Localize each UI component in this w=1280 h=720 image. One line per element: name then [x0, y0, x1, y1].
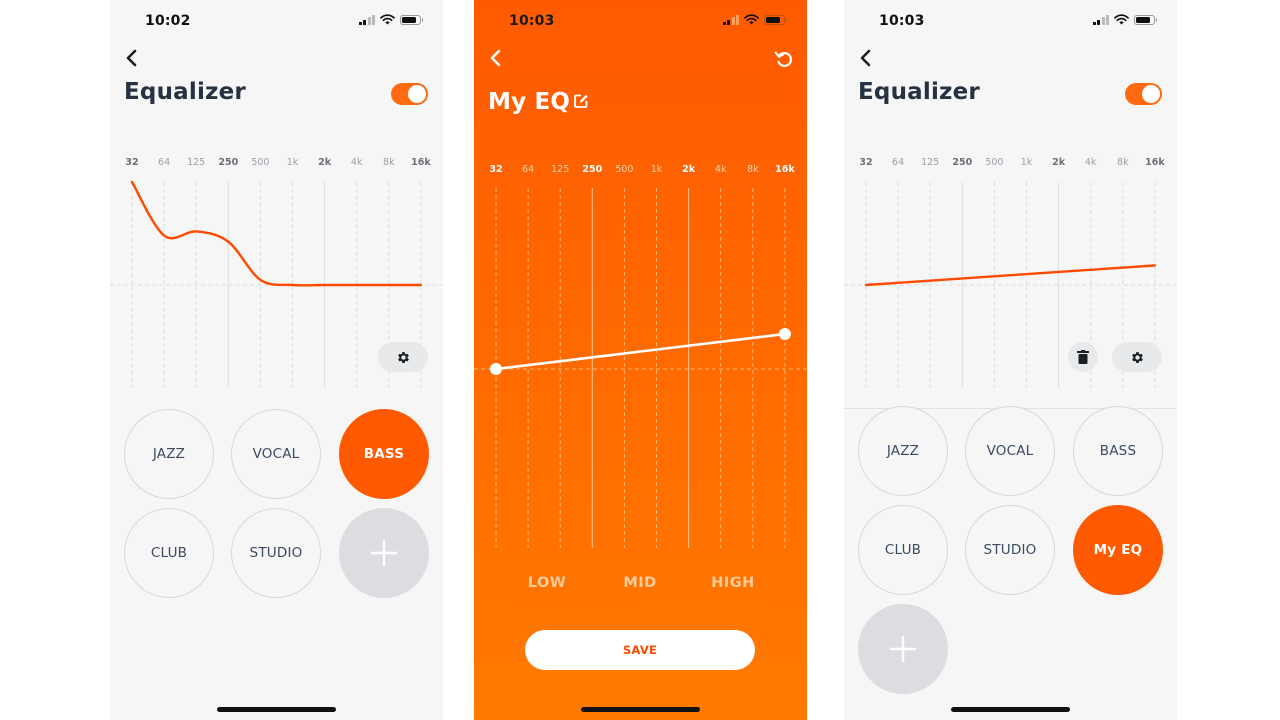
frequency-label: 4k	[714, 164, 727, 175]
page-title: Equalizer	[124, 79, 246, 105]
eq-control-point-handle[interactable]	[778, 328, 791, 340]
frequency-label: 8k	[1117, 157, 1129, 168]
frequency-label: 125	[551, 164, 570, 175]
settings-button[interactable]	[378, 342, 428, 372]
back-chevron-icon[interactable]	[122, 48, 142, 68]
trash-icon	[1077, 350, 1089, 364]
preset-club[interactable]: CLUB	[858, 505, 948, 595]
status-time: 10:03	[879, 13, 925, 29]
add-preset-button[interactable]	[339, 508, 429, 598]
add-preset-button[interactable]	[858, 604, 948, 694]
gear-icon	[1131, 351, 1143, 363]
gear-icon	[397, 351, 409, 363]
page-title: Equalizer	[858, 79, 980, 105]
back-chevron-icon[interactable]	[486, 48, 506, 68]
home-indicator	[951, 707, 1070, 712]
band-label-high: HIGH	[711, 575, 755, 591]
settings-button[interactable]	[1112, 342, 1162, 372]
eq-curve	[130, 180, 423, 287]
frequency-labels: 32 64 125 250 500 1k 2k 4k 8k 16k	[474, 164, 807, 178]
signal-icon	[722, 14, 739, 25]
status-time: 10:02	[145, 13, 191, 29]
back-chevron-icon[interactable]	[856, 48, 876, 68]
preset-studio[interactable]: STUDIO	[231, 508, 321, 598]
frequency-label: 2k	[318, 157, 332, 168]
frequency-label: 500	[615, 164, 634, 175]
preset-jazz[interactable]: JAZZ	[858, 406, 948, 496]
home-indicator	[581, 707, 700, 712]
frequency-label: 32	[859, 157, 873, 168]
frequency-label: 500	[985, 157, 1004, 168]
status-time: 10:03	[509, 13, 555, 29]
signal-icon	[358, 14, 375, 25]
preset-club[interactable]: CLUB	[124, 508, 214, 598]
toggle-knob	[1142, 85, 1160, 103]
frequency-label: 125	[187, 157, 206, 168]
eq-control-point-handle[interactable]	[490, 363, 502, 375]
status-icons	[358, 14, 423, 25]
frequency-label: 1k	[286, 157, 299, 168]
wifi-icon	[380, 14, 395, 25]
eq-curve	[494, 332, 787, 371]
frequency-label: 8k	[383, 157, 395, 168]
eq-curve	[864, 264, 1157, 287]
frequency-label: 64	[892, 157, 905, 168]
toggle-knob	[408, 85, 426, 103]
frequency-label: 32	[125, 157, 139, 168]
frequency-label: 4k	[350, 157, 363, 168]
battery-icon	[764, 14, 787, 25]
preset-vocal[interactable]: VOCAL	[965, 406, 1055, 496]
edit-name-icon[interactable]	[573, 93, 589, 109]
frequency-label: 2k	[682, 164, 696, 175]
frequency-label: 8k	[747, 164, 759, 175]
equalizer-toggle[interactable]	[1125, 83, 1162, 105]
delete-preset-button[interactable]	[1068, 342, 1098, 372]
wifi-icon	[744, 14, 759, 25]
preset-bass[interactable]: BASS	[1073, 406, 1163, 496]
frequency-label: 250	[218, 157, 239, 168]
equalizer-screen-my-eq: 10:03 Equalizer 32 64 125 250 500 1k 2k 4k 8k 16k…	[844, 0, 1177, 720]
frequency-label: 250	[582, 164, 603, 175]
plus-icon	[370, 539, 398, 567]
preset-jazz[interactable]: JAZZ	[124, 409, 214, 499]
frequency-label: 32	[489, 164, 503, 175]
plus-icon	[889, 635, 917, 663]
frequency-label: 250	[952, 157, 973, 168]
frequency-label: 16k	[775, 164, 795, 175]
frequency-label: 500	[251, 157, 270, 168]
signal-icon	[1092, 14, 1109, 25]
battery-icon	[1134, 14, 1157, 25]
preset-bass[interactable]: BASS	[339, 409, 429, 499]
equalizer-toggle[interactable]	[391, 83, 428, 105]
band-label-mid: MID	[623, 575, 657, 591]
preset-my-eq[interactable]: My EQ	[1073, 505, 1163, 595]
save-button[interactable]: SAVE	[525, 630, 755, 670]
status-icons	[722, 14, 787, 25]
frequency-label: 1k	[650, 164, 663, 175]
wifi-icon	[1114, 14, 1129, 25]
status-icons	[1092, 14, 1157, 25]
home-indicator	[217, 707, 336, 712]
frequency-label: 4k	[1084, 157, 1097, 168]
frequency-label: 16k	[411, 157, 431, 168]
eq-editor-chart[interactable]	[474, 180, 807, 560]
battery-icon	[400, 14, 423, 25]
frequency-labels: 32 64 125 250 500 1k 2k 4k 8k 16k	[110, 157, 443, 171]
reset-icon[interactable]	[773, 48, 795, 70]
frequency-labels: 32 64 125 250 500 1k 2k 4k 8k 16k	[844, 157, 1177, 171]
preset-vocal[interactable]: VOCAL	[231, 409, 321, 499]
frequency-label: 125	[921, 157, 940, 168]
frequency-label: 16k	[1145, 157, 1165, 168]
preset-studio[interactable]: STUDIO	[965, 505, 1055, 595]
band-label-low: LOW	[527, 575, 567, 591]
page-title: My EQ	[488, 89, 571, 115]
frequency-label: 64	[522, 164, 535, 175]
frequency-label: 64	[158, 157, 171, 168]
frequency-label: 2k	[1052, 157, 1066, 168]
equalizer-screen-bass: 10:02 Equalizer 32 64 125 250 500 1k 2k 4k 8k 16k…	[110, 0, 443, 720]
my-eq-editor-screen: 10:03 My EQ 32 64 125 250 500 1k 2k 4k 8k 16k LOW…	[474, 0, 807, 720]
frequency-label: 1k	[1020, 157, 1033, 168]
